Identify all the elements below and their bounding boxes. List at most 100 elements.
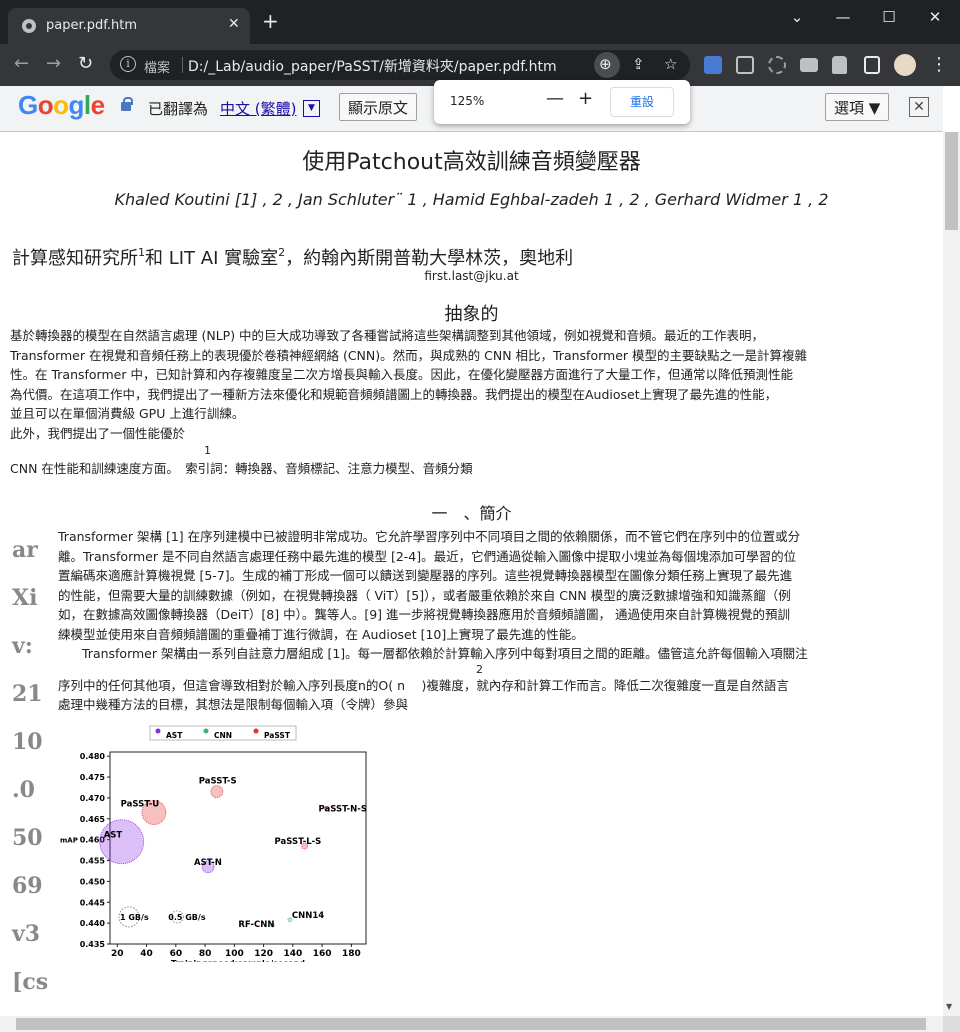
body-line: 置編碼來適應計算機視覺 [5-7]。生成的補丁形成一個可以饋送到變壓器的序列。這… [58, 568, 793, 583]
close-translate-bar-icon[interactable]: ✕ [909, 97, 929, 117]
sync-extension-icon[interactable] [768, 56, 786, 74]
legend-entry: AST [166, 731, 183, 740]
address-bar[interactable]: i 檔案 D:/_Lab/audio_paper/PaSST/新增資料夾/pap… [110, 50, 690, 80]
horizontal-scrollbar[interactable] [0, 1016, 943, 1032]
globe-icon [22, 19, 36, 33]
maximize-button[interactable]: ☐ [866, 8, 912, 28]
y-tick-label: 0.480 [80, 752, 106, 761]
zoom-button[interactable]: ⊕ [594, 52, 620, 78]
legend-entry: PaSST [264, 731, 291, 740]
paper-authors: Khaled Koutini [1] , 2 , Jan Schluter¨ 1… [114, 190, 829, 209]
affiliation-part: 計算感知研究所 [12, 248, 138, 269]
paper-title: 使用Patchout高效訓練音頻變壓器 [302, 150, 641, 175]
body-line: 的性能，但需要大量的訓練數據（例如，在視覺轉換器（ ViT）[5]），或者嚴重依… [58, 587, 791, 603]
info-icon[interactable]: i [120, 56, 136, 72]
translated-as-label: 已翻譯為 [148, 100, 209, 118]
minimize-button[interactable]: — [820, 8, 866, 28]
x-tick-label: 160 [313, 949, 332, 959]
data-label: AST [104, 831, 123, 841]
body-line: Transformer 架構 [1] 在序列建模中已被證明非常成功。它允許學習序… [58, 529, 801, 544]
language-dropdown-icon[interactable]: ▼ [303, 100, 320, 117]
legend-marker [203, 728, 209, 734]
abstract-line: 基於轉換器的模型在自然語言處理 (NLP) 中的巨大成功導致了各種嘗試將這些架構… [10, 328, 765, 343]
scroll-down-arrow-icon[interactable]: ▼ [946, 1002, 952, 1011]
data-label: PaSST-S [199, 777, 237, 787]
abstract-line: 並且可以在單個消費級 GPU 上進行訓練。 [10, 406, 245, 421]
arxiv-char: 50 [12, 825, 43, 851]
x-tick-label: 20 [111, 949, 124, 959]
y-tick-label: 0.450 [80, 877, 106, 886]
vertical-scrollbar[interactable]: ▲ ▼ [943, 132, 960, 1016]
data-label: RF-CNN [238, 920, 274, 930]
arxiv-char: .0 [12, 777, 35, 803]
zoom-icon: ⊕ [599, 55, 612, 73]
card-extension-icon[interactable] [800, 58, 818, 72]
affiliation-part: ，約翰內斯開普勒大學林茨，奧地利 [285, 248, 574, 269]
body-line: 練模型並使用來自音頻頻譜圖的重疊補丁進行微調，在 Audioset [10]上實… [58, 626, 584, 642]
new-tab-button[interactable]: + [262, 11, 279, 31]
tab-search-chevron-icon[interactable]: ⌄ [774, 8, 820, 28]
data-point [210, 785, 224, 799]
y-tick-label: 0.470 [80, 794, 106, 803]
translate-extension-icon[interactable] [704, 56, 722, 74]
back-button[interactable]: ← [14, 53, 29, 74]
show-original-button[interactable]: 顯示原文 [339, 93, 418, 121]
vertical-scroll-thumb[interactable] [945, 132, 958, 230]
y-tick-label: 0.455 [80, 857, 106, 866]
tab-close-icon[interactable]: ✕ [228, 16, 240, 32]
legend-entry: CNN [214, 731, 232, 740]
arxiv-char: ar [12, 537, 38, 563]
y-axis-label: mAP [60, 837, 78, 845]
options-button[interactable]: 選項 ▼ [825, 93, 890, 121]
data-point [99, 819, 145, 865]
menu-icon[interactable]: ⋮ [930, 54, 948, 75]
reload-button[interactable]: ↻ [78, 53, 93, 74]
y-tick-label: 0.445 [80, 898, 106, 907]
abstract-last-line: CNN 在性能和訓練速度方面。 索引詞：轉換器、音頻標記、注意力模型、音頻分類 [10, 461, 473, 476]
arxiv-char: 10 [12, 729, 43, 755]
abstract-line: Transformer 在視覺和音頻任務上的表現優於卷積神經網絡 (CNN)。然… [10, 347, 807, 363]
horizontal-scroll-thumb[interactable] [16, 1018, 926, 1030]
section-title: 一 、簡介 [431, 504, 512, 523]
abstract-text: 基於轉換器的模型在自然語言處理 (NLP) 中的巨大成功導致了各種嘗試將這些架構… [10, 326, 935, 479]
scroll-corner [943, 1016, 960, 1032]
arxiv-char: 69 [12, 873, 43, 899]
y-tick-label: 0.440 [80, 919, 106, 928]
zoom-out-button[interactable]: — [546, 88, 564, 109]
data-label: PaSST-L-S [275, 837, 322, 847]
data-label: PaSST-N-S [319, 804, 367, 814]
memory-label: 0.5 GB/s [168, 913, 206, 922]
affiliation-sup: 1 [138, 246, 145, 259]
x-tick-label: 60 [170, 949, 183, 959]
bookmark-star-icon[interactable]: ☆ [664, 55, 677, 73]
zoom-reset-button[interactable]: 重設 [610, 87, 674, 117]
arxiv-sidebar: ar Xi v: 21 10 .0 50 69 v3 [cs [12, 537, 52, 1016]
body-line: 如，在數據高效圖像轉換器（DeiT）[8] 中）。龔等人。[9] 進一步將視覺轉… [58, 607, 791, 622]
figure-chart: 20 40 60 80 100 120 140 160 180 0.435 0.440 0.445 0.… [58, 722, 368, 968]
abstract-line: 為代價。在這項工作中，我們提出了一種新方法來優化和規範音頻頻譜圖上的轉換器。我們… [10, 386, 778, 402]
scatter-chart: 20 40 60 80 100 120 140 160 180 0.435 0.440 0.445 0.… [60, 725, 367, 968]
browser-tab[interactable]: paper.pdf.htm ✕ [8, 8, 250, 44]
side-panel-icon[interactable] [864, 56, 880, 74]
forward-button[interactable]: → [46, 53, 61, 74]
target-language-link[interactable]: 中文 (繁體) [220, 98, 296, 119]
abstract-line: 性。在 Transformer 中，已知計算和內存複雜度呈二次方增長與輸入長度。… [10, 367, 793, 382]
body-exponent: 2 [476, 663, 483, 676]
x-tick-label: 120 [254, 949, 273, 959]
body-line: 離。Transformer 是不同自然語言處理任務中最先進的模型 [2-4]。最… [58, 548, 797, 564]
arxiv-char: v3 [12, 921, 41, 947]
legend-marker [155, 728, 161, 734]
data-label: PaSST-U [121, 800, 160, 810]
body-line: 序列中的任何其他項，但這會導致相對於輸入序列長度n的O( n )複雜度，就內存和… [58, 677, 789, 693]
profile-avatar[interactable] [894, 54, 916, 76]
tab-strip: paper.pdf.htm ✕ + ⌄ — ☐ ✕ [0, 0, 960, 44]
puzzle-extensions-icon[interactable] [832, 56, 847, 74]
arxiv-char: Xi [12, 585, 38, 611]
close-window-button[interactable]: ✕ [912, 8, 958, 28]
url-text[interactable]: D:/_Lab/audio_paper/PaSST/新增資料夾/paper.pd… [188, 56, 557, 76]
share-icon[interactable]: ⇪ [632, 55, 645, 73]
y-tick-label: 0.465 [80, 815, 106, 824]
reader-extension-icon[interactable] [736, 56, 754, 74]
arxiv-char: v: [12, 633, 33, 659]
zoom-in-button[interactable]: + [578, 88, 593, 109]
